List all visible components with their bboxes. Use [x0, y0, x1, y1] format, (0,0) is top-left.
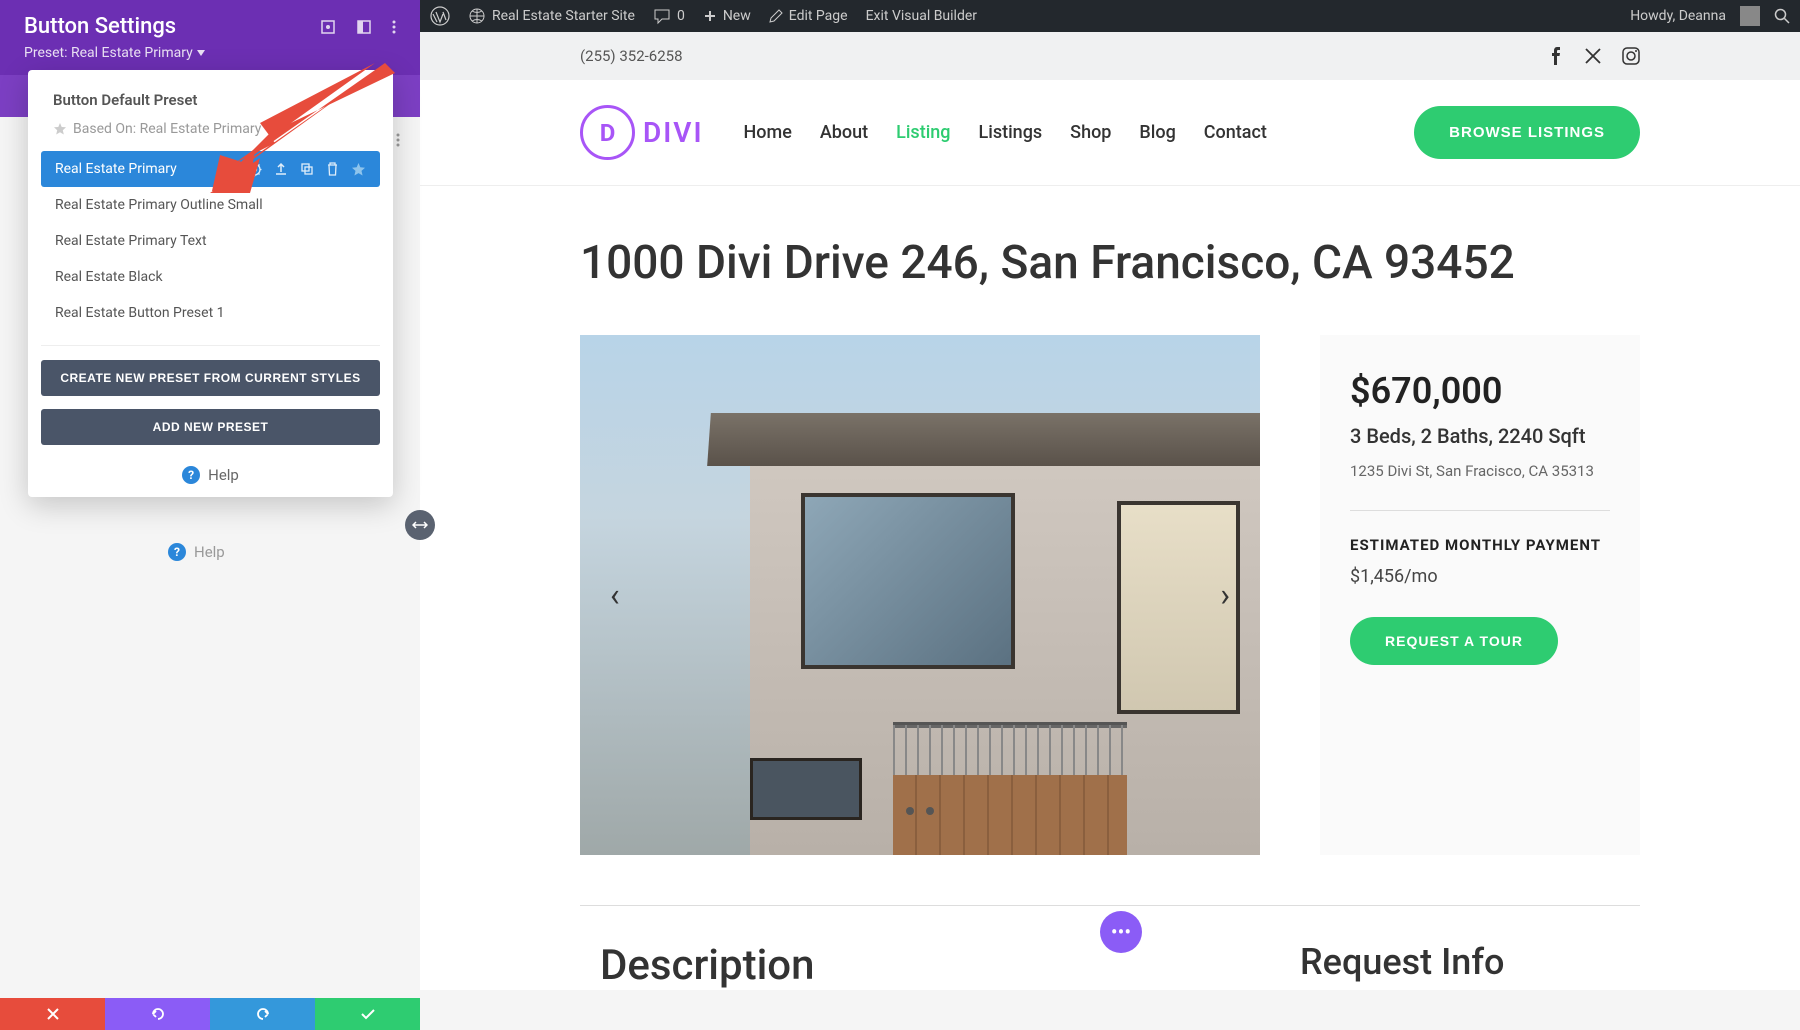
top-bar: (255) 352-6258	[420, 32, 1800, 80]
star-icon[interactable]	[351, 162, 366, 177]
phone-number: (255) 352-6258	[580, 47, 683, 65]
nav-listings[interactable]: Listings	[979, 122, 1043, 143]
nav-listing[interactable]: Listing	[896, 122, 950, 143]
gallery-next-button[interactable]: ›	[1210, 566, 1240, 624]
edit-icon[interactable]	[221, 162, 235, 176]
trash-icon[interactable]	[326, 162, 339, 176]
help-icon: ?	[168, 543, 186, 561]
exit-builder-link[interactable]: Exit Visual Builder	[866, 8, 977, 24]
preset-selector[interactable]: Preset: Real Estate Primary	[24, 45, 396, 61]
help-icon: ?	[182, 466, 200, 484]
preset-item[interactable]: Real Estate Button Preset 1	[41, 295, 380, 331]
listing-address: 1235 Divi St, San Fracisco, CA 35313	[1350, 462, 1610, 480]
search-icon[interactable]	[1774, 8, 1790, 24]
preset-label: Preset: Real Estate Primary	[24, 45, 193, 61]
preset-item-label: Real Estate Primary	[55, 161, 177, 177]
close-button[interactable]	[0, 998, 105, 1030]
nav-blog[interactable]: Blog	[1139, 122, 1175, 143]
help-link[interactable]: ? Help	[41, 466, 380, 484]
copy-icon[interactable]	[300, 162, 314, 176]
avatar[interactable]	[1740, 6, 1760, 26]
site-link[interactable]: Real Estate Starter Site	[468, 7, 635, 25]
expand-icon[interactable]	[320, 19, 336, 35]
module-options-button[interactable]: •••	[1100, 911, 1142, 953]
howdy-text[interactable]: Howdy, Deanna	[1630, 8, 1726, 24]
logo-mark: D	[580, 105, 635, 160]
listing-sidebar: $670,000 3 Beds, 2 Baths, 2240 Sqft 1235…	[1320, 335, 1640, 855]
new-link[interactable]: New	[703, 8, 751, 24]
gallery-dot[interactable]	[926, 807, 934, 815]
action-bar	[0, 998, 420, 1030]
wp-logo-icon[interactable]	[430, 6, 450, 26]
listing-beds: 3 Beds, 2 Baths, 2240 Sqft	[1350, 424, 1610, 448]
gallery-dot[interactable]	[906, 807, 914, 815]
preset-item[interactable]: Real Estate Black	[41, 259, 380, 295]
preset-dropdown: Button Default Preset Based On: Real Est…	[28, 70, 393, 497]
gear-icon[interactable]	[247, 162, 262, 177]
info-divider	[1350, 510, 1610, 511]
section-divider	[580, 905, 1640, 906]
x-icon[interactable]	[1584, 47, 1602, 65]
add-preset-button[interactable]: ADD NEW PRESET	[41, 409, 380, 445]
nav-contact[interactable]: Contact	[1204, 122, 1267, 143]
redo-button[interactable]	[210, 998, 315, 1030]
instagram-icon[interactable]	[1622, 47, 1640, 65]
gallery-prev-button[interactable]: ‹	[600, 566, 630, 624]
settings-title: Button Settings	[24, 14, 176, 39]
more-vertical-icon[interactable]	[396, 133, 400, 147]
nav-about[interactable]: About	[820, 122, 868, 143]
divi-header: Button Settings Preset: Real Estate Prim…	[0, 0, 420, 75]
page-content: (255) 352-6258 D DIVI Home About Listing…	[420, 32, 1800, 990]
gallery-image	[580, 335, 1260, 855]
main-nav: D DIVI Home About Listing Listings Shop …	[420, 80, 1800, 186]
listing-price: $670,000	[1350, 370, 1610, 412]
help-link-behind[interactable]: ? Help	[168, 543, 225, 561]
undo-button[interactable]	[105, 998, 210, 1030]
create-preset-button[interactable]: CREATE NEW PRESET FROM CURRENT STYLES	[41, 360, 380, 396]
preset-default-label[interactable]: Button Default Preset	[41, 83, 380, 117]
listing-title: 1000 Divi Drive 246, San Francisco, CA 9…	[580, 236, 1640, 290]
description-heading: Description	[600, 941, 1240, 990]
preset-item[interactable]: Real Estate Primary Text	[41, 223, 380, 259]
logo[interactable]: D DIVI	[580, 105, 704, 160]
browse-listings-button[interactable]: BROWSE LISTINGS	[1414, 106, 1640, 159]
est-payment-label: ESTIMATED MONTHLY PAYMENT	[1350, 536, 1610, 554]
nav-home[interactable]: Home	[744, 122, 792, 143]
preset-list: Real Estate Primary Real Estate Primary …	[41, 151, 380, 331]
upload-icon[interactable]	[274, 162, 288, 176]
comments-link[interactable]: 0	[653, 7, 685, 25]
preset-item-active[interactable]: Real Estate Primary	[41, 151, 380, 187]
nav-shop[interactable]: Shop	[1070, 122, 1111, 143]
dock-icon[interactable]	[356, 19, 372, 35]
logo-text: DIVI	[643, 116, 704, 149]
gallery-dots	[906, 807, 934, 815]
est-payment-value: $1,456/mo	[1350, 566, 1610, 587]
preset-item[interactable]: Real Estate Primary Outline Small	[41, 187, 380, 223]
save-button[interactable]	[315, 998, 420, 1030]
request-tour-button[interactable]: REQUEST A TOUR	[1350, 617, 1558, 665]
resize-handle[interactable]	[405, 510, 435, 540]
more-icon[interactable]	[392, 19, 396, 35]
wp-admin-bar: Real Estate Starter Site 0 New Edit Page…	[420, 0, 1800, 32]
facebook-icon[interactable]	[1546, 47, 1564, 65]
preset-divider	[41, 345, 380, 346]
image-gallery: ‹ ›	[580, 335, 1260, 855]
edit-page-link[interactable]: Edit Page	[769, 8, 848, 24]
preset-based-on: Based On: Real Estate Primary	[41, 117, 380, 151]
nav-links: Home About Listing Listings Shop Blog Co…	[744, 122, 1415, 143]
request-info-heading: Request Info	[1300, 941, 1620, 990]
